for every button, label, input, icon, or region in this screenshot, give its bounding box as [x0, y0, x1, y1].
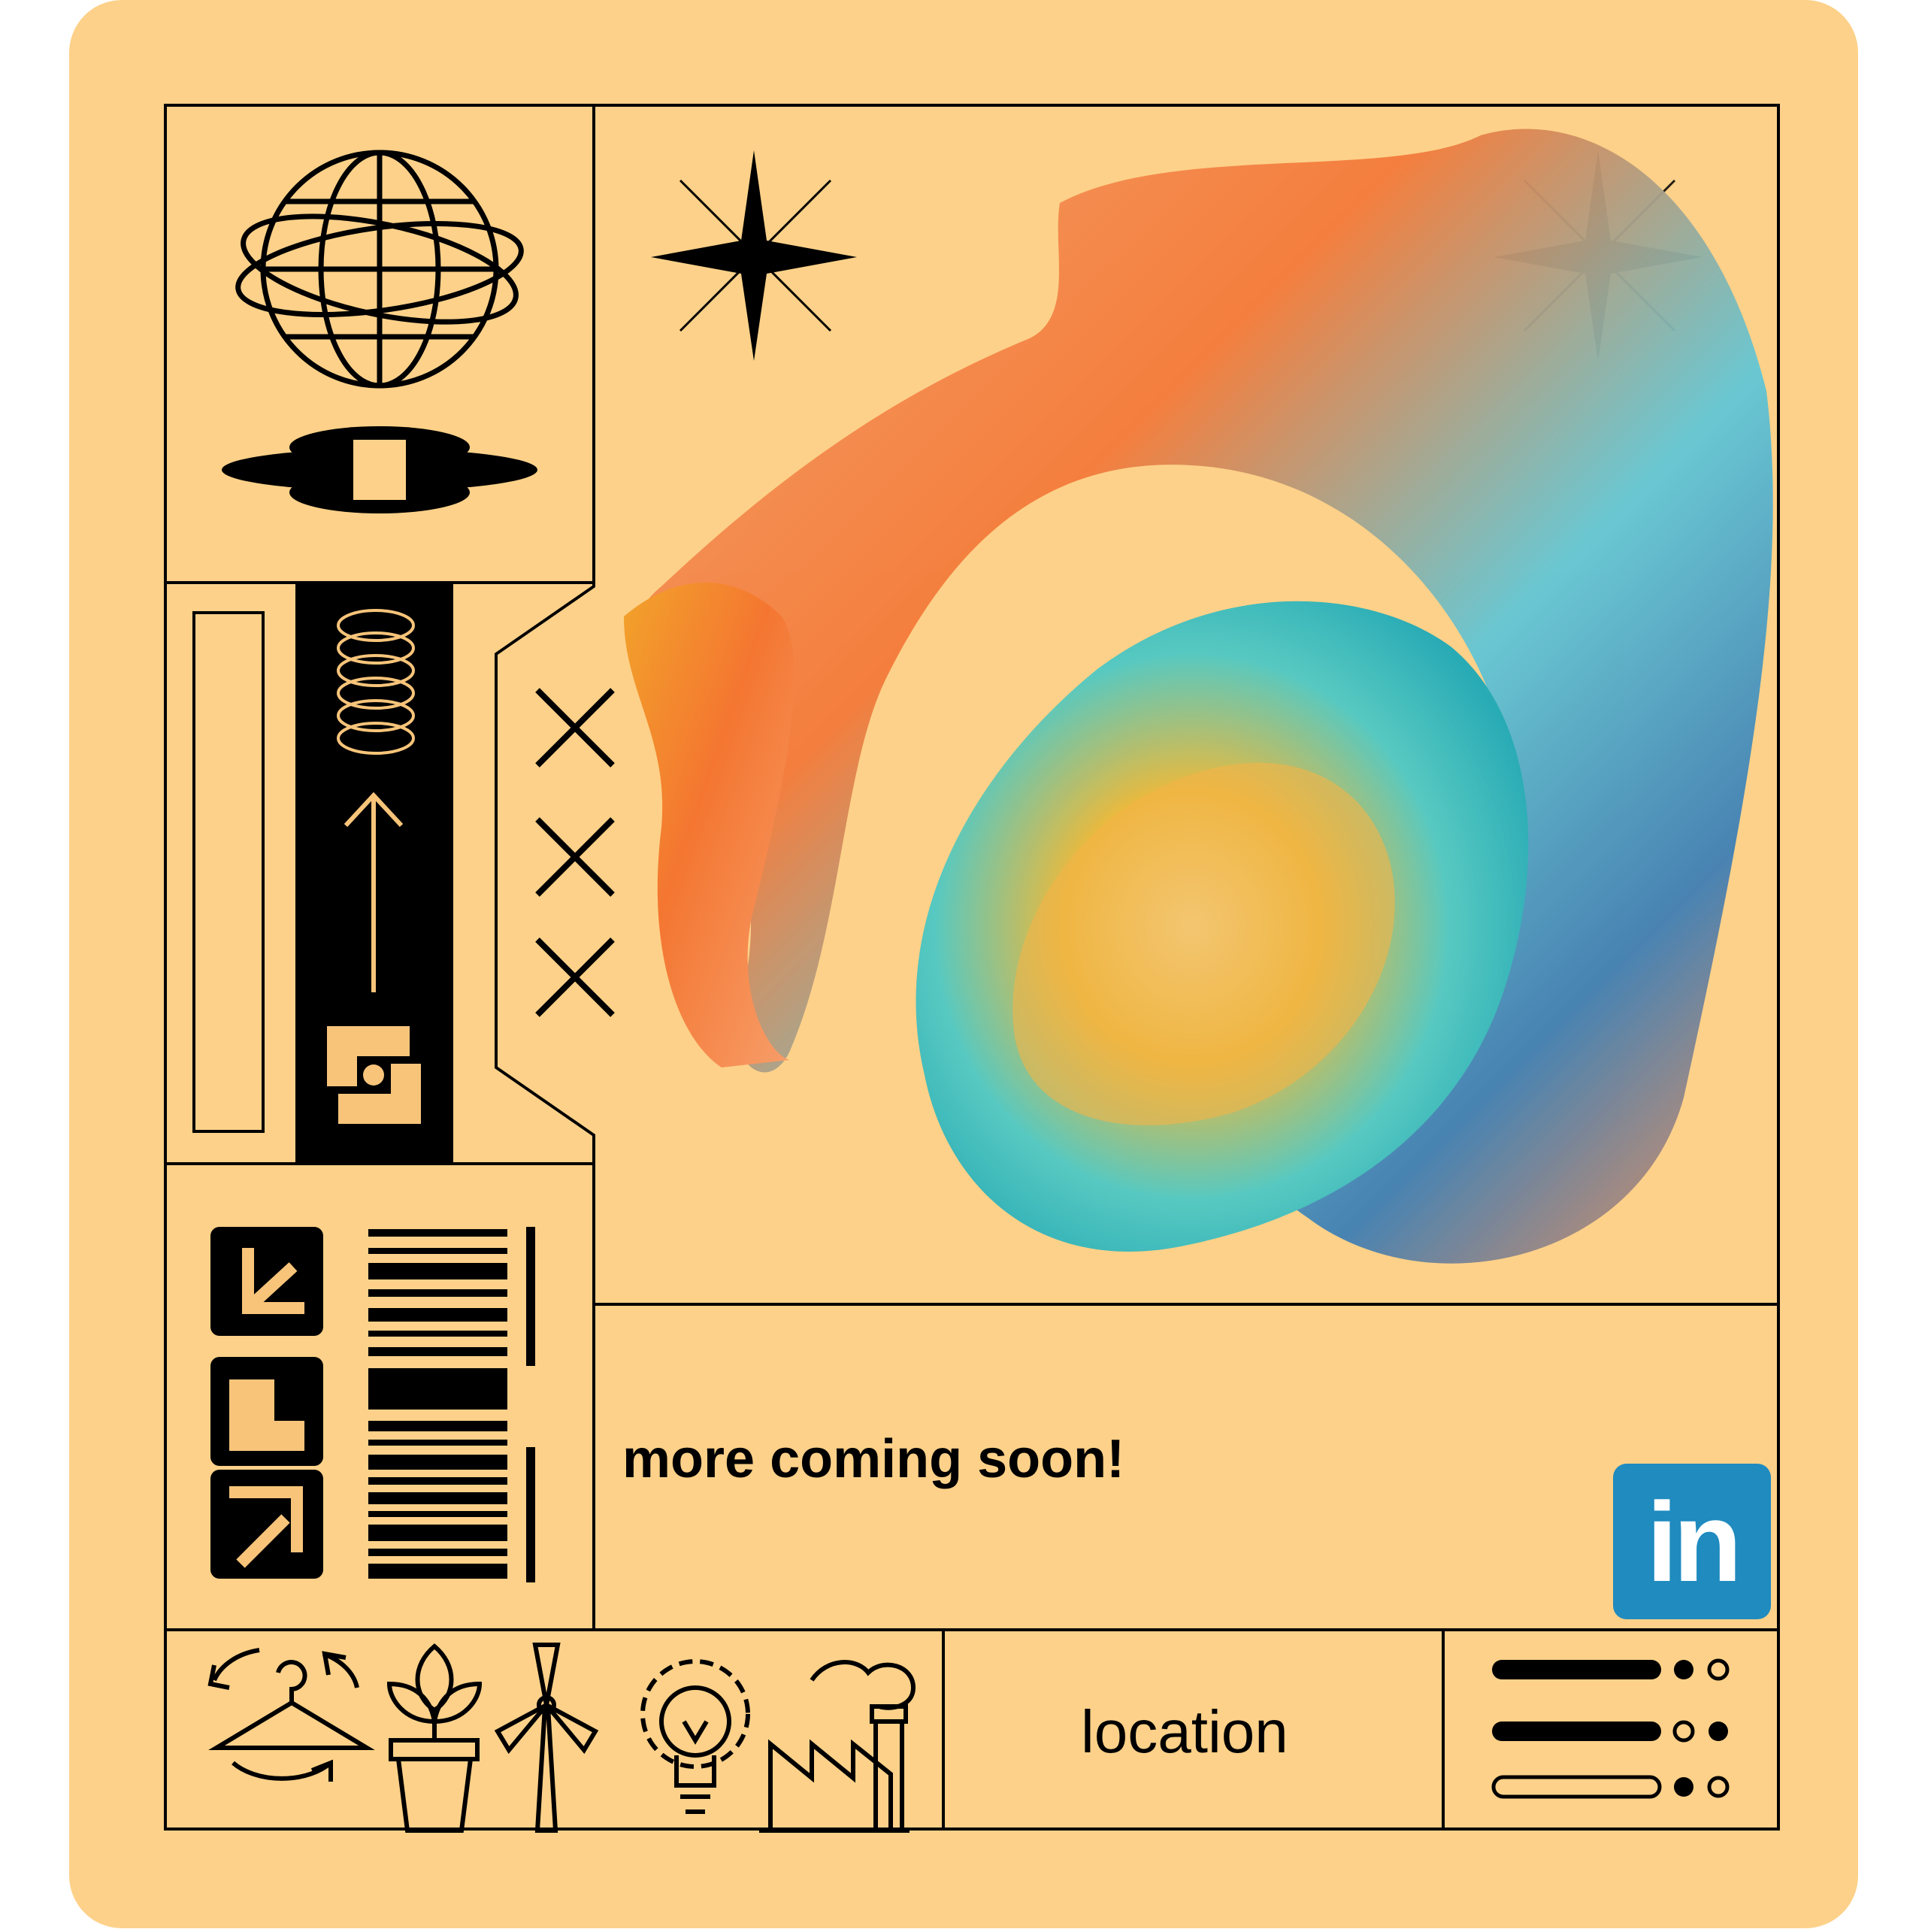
location-label: location: [1081, 1698, 1288, 1765]
swirl-s-icon: [327, 1026, 421, 1124]
linkedin-icon-text: in: [1646, 1479, 1742, 1605]
headline-text: more coming soon!: [622, 1429, 1125, 1489]
poster-card: more coming soon! location in: [0, 0, 1928, 1928]
square-tiles: [210, 1227, 323, 1579]
linkedin-icon[interactable]: in: [1613, 1464, 1771, 1619]
poster-artwork: [69, 0, 1858, 1928]
